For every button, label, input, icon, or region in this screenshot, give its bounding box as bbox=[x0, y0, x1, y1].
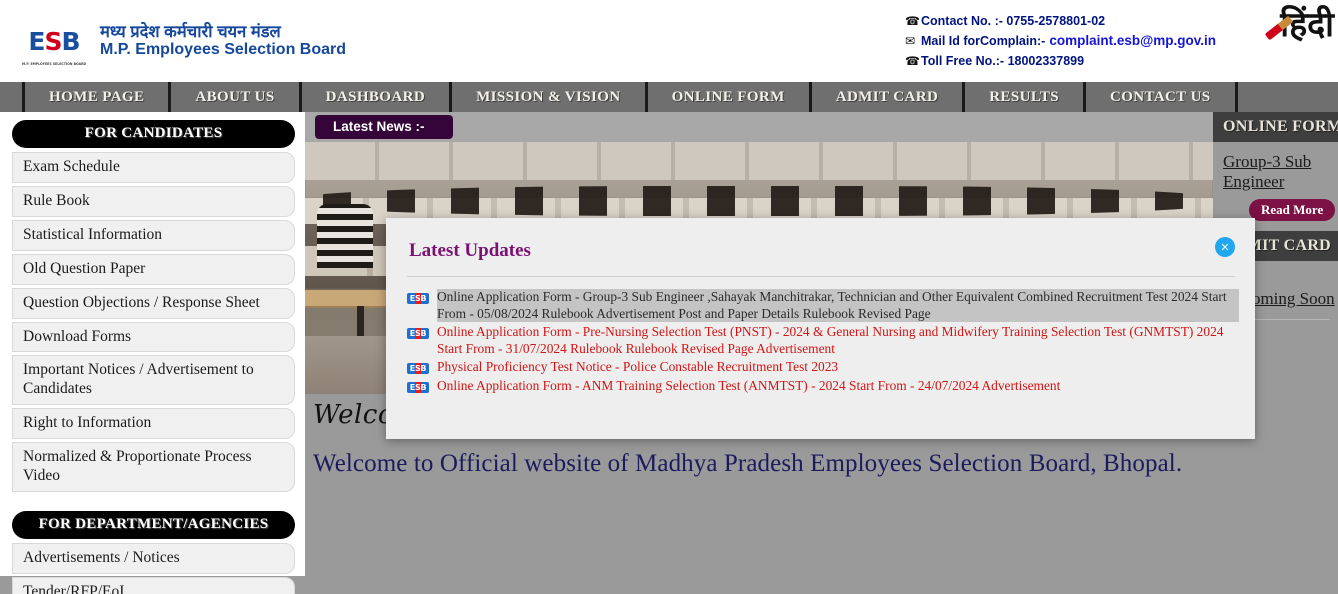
site-header: ESB M.P. EMPLOYEES SELECTION BOARD मध्य … bbox=[0, 0, 1338, 82]
contact-phone-row: ☎ Contact No. :- 0755-2578801-02 bbox=[905, 12, 1216, 31]
nav-item-online-form[interactable]: ONLINE FORM bbox=[648, 82, 812, 112]
update-item-pnst-gnmtst[interactable]: ESB Online Application Form - Pre-Nursin… bbox=[407, 324, 1239, 357]
nav-item-about-us[interactable]: ABOUT US bbox=[171, 82, 302, 112]
org-name-english: M.P. Employees Selection Board bbox=[100, 41, 347, 59]
sidebar-item-right-to-information[interactable]: Right to Information bbox=[12, 408, 295, 440]
contact-tollfree-label: Toll Free No.:- 18002337899 bbox=[921, 54, 1085, 69]
update-item-text: Online Application Form - Group-3 Sub En… bbox=[437, 289, 1239, 323]
esb-bullet-icon: ESB bbox=[407, 382, 429, 394]
update-item-physical-proficiency[interactable]: ESB Physical Proficiency Test Notice - P… bbox=[407, 359, 1239, 376]
update-item-group3-sub-engineer[interactable]: ESB Online Application Form - Group-3 Su… bbox=[407, 289, 1239, 323]
logo-letter-b: B bbox=[61, 26, 81, 56]
latest-news-bar: Latest News :- Coming Soon bbox=[305, 112, 1213, 142]
contact-mail-link[interactable]: complaint.esb@mp.gov.in bbox=[1049, 31, 1216, 52]
sidebar-item-advertisements-notices[interactable]: Advertisements / Notices bbox=[12, 542, 295, 574]
update-item-anmtst[interactable]: ESB Online Application Form - ANM Traini… bbox=[407, 378, 1239, 395]
nav-item-dashboard[interactable]: DASHBOARD bbox=[302, 82, 453, 112]
list-divider bbox=[1249, 319, 1330, 321]
nav-item-admit-card[interactable]: ADMIT CARD bbox=[812, 82, 966, 112]
welcome-body-text: Welcome to Official website of Madhya Pr… bbox=[313, 450, 1183, 477]
esb-logo-icon: ESB M.P. EMPLOYEES SELECTION BOARD bbox=[18, 19, 90, 67]
nav-item-contact-us[interactable]: CONTACT US bbox=[1086, 82, 1238, 112]
banner-students-row-1 bbox=[305, 186, 1213, 216]
modal-title: Latest Updates bbox=[409, 240, 531, 261]
latest-updates-modal: Latest Updates ✕ ESB Online Application … bbox=[386, 218, 1255, 439]
organisation-names: मध्य प्रदेश कर्मचारी चयन मंडल M.P. Emplo… bbox=[100, 23, 346, 59]
contact-mail-row: ✉ Mail Id forComplain:- complaint.esb@mp… bbox=[905, 31, 1216, 52]
contact-tollfree-row: ☎ Toll Free No.:- 18002337899 bbox=[905, 52, 1216, 71]
phone-icon: ☎ bbox=[905, 54, 920, 69]
update-item-text: Physical Proficiency Test Notice - Polic… bbox=[437, 359, 839, 375]
language-toggle-hindi[interactable]: हिंदी bbox=[1264, 8, 1334, 42]
close-icon[interactable]: ✕ bbox=[1215, 237, 1235, 257]
panel-heading-online-form: ONLINE FORM bbox=[1213, 112, 1338, 142]
sidebar-heading-department: FOR DEPARTMENT/AGENCIES bbox=[12, 510, 295, 539]
update-item-text: Online Application Form - Pre-Nursing Se… bbox=[437, 324, 1224, 356]
contact-mail-label: Mail Id forComplain:- bbox=[921, 34, 1046, 49]
sidebar-item-old-question-paper[interactable]: Old Question Paper bbox=[12, 253, 295, 285]
left-sidebar: FOR CANDIDATES Exam Schedule Rule Book S… bbox=[0, 112, 305, 594]
page-body: FOR CANDIDATES Exam Schedule Rule Book S… bbox=[0, 112, 1338, 594]
phone-icon: ☎ bbox=[905, 14, 920, 29]
esb-bullet-icon: ESB bbox=[407, 328, 429, 340]
org-name-hindi: मध्य प्रदेश कर्मचारी चयन मंडल bbox=[100, 22, 281, 41]
logo-subtext: M.P. EMPLOYEES SELECTION BOARD bbox=[22, 62, 87, 66]
nav-item-results[interactable]: RESULTS bbox=[965, 82, 1086, 112]
logo-letter-e: E bbox=[28, 26, 45, 56]
sidebar-item-download-forms[interactable]: Download Forms bbox=[12, 321, 295, 353]
update-item-text: Online Application Form - ANM Training S… bbox=[437, 378, 1061, 394]
update-item-text-inner: Online Application Form - Group-3 Sub En… bbox=[437, 289, 1227, 321]
sidebar-heading-candidates: FOR CANDIDATES bbox=[12, 120, 295, 148]
logo-letter-s: S bbox=[44, 26, 63, 56]
esb-bullet-icon: ESB bbox=[407, 363, 429, 375]
sidebar-item-statistical-information[interactable]: Statistical Information bbox=[12, 219, 295, 251]
header-contact-block: ☎ Contact No. :- 0755-2578801-02 ✉ Mail … bbox=[905, 12, 1216, 71]
contact-phone-label: Contact No. :- 0755-2578801-02 bbox=[921, 14, 1106, 28]
sidebar-item-rule-book[interactable]: Rule Book bbox=[12, 185, 295, 217]
nav-item-home-page[interactable]: HOME PAGE bbox=[22, 82, 172, 112]
banner-ceiling bbox=[305, 142, 1213, 180]
sidebar-item-question-objections[interactable]: Question Objections / Response Sheet bbox=[12, 287, 295, 319]
sidebar-item-important-notices[interactable]: Important Notices / Advertisement to Can… bbox=[12, 355, 295, 406]
banner-striped-student bbox=[317, 204, 373, 268]
latest-news-label: Latest News :- bbox=[315, 115, 453, 139]
mail-icon: ✉ bbox=[905, 34, 916, 49]
brand-logo-block[interactable]: ESB M.P. EMPLOYEES SELECTION BOARD मध्य … bbox=[18, 19, 346, 67]
main-navigation: HOME PAGE ABOUT US DASHBOARD MISSION & V… bbox=[0, 82, 1338, 112]
modal-updates-list: ESB Online Application Form - Group-3 Su… bbox=[386, 277, 1255, 395]
nav-item-mission-vision[interactable]: MISSION & VISION bbox=[452, 82, 648, 112]
sidebar-item-tender-rfp-eoi[interactable]: Tender/RFP/EoI bbox=[12, 576, 295, 594]
online-form-link-group3[interactable]: Group-3 Sub Engineer bbox=[1223, 152, 1338, 191]
read-more-button[interactable]: Read More bbox=[1249, 199, 1336, 222]
sidebar-item-exam-schedule[interactable]: Exam Schedule bbox=[12, 152, 295, 183]
sidebar-item-normalized-process-video[interactable]: Normalized & Proportionate Process Video bbox=[12, 442, 295, 492]
esb-bullet-icon: ESB bbox=[407, 293, 429, 304]
